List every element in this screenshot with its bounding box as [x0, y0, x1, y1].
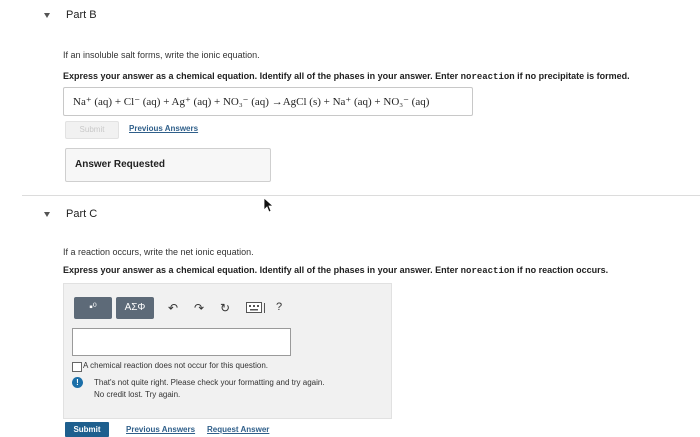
part-b-answer-field[interactable]: Na⁺ (aq) + Cl⁻ (aq) + Ag⁺ (aq) + NO₃⁻ (a… — [63, 87, 473, 116]
reset-icon[interactable]: ↻ — [220, 301, 230, 315]
section-divider — [22, 195, 700, 196]
answer-editor: ▪⁰ ΑΣΦ ↶ ↷ ↻ ? A chemical reaction does … — [63, 283, 392, 419]
templates-button[interactable]: ▪⁰ — [74, 297, 112, 319]
no-reaction-label: A chemical reaction does not occur for t… — [83, 361, 268, 370]
help-icon[interactable]: ? — [276, 301, 282, 313]
undo-icon[interactable]: ↶ — [168, 301, 178, 315]
part-b-equation: Na⁺ (aq) + Cl⁻ (aq) + Ag⁺ (aq) + NO₃⁻ (a… — [73, 96, 430, 108]
part-b-previous-answers-link[interactable]: Previous Answers — [129, 124, 198, 133]
answer-requested-box: Answer Requested — [65, 148, 271, 182]
symbols-button[interactable]: ΑΣΦ — [116, 297, 154, 319]
keyboard-shape — [246, 302, 265, 313]
part-b-keyword: noreaction — [460, 72, 515, 82]
mouse-cursor-icon — [263, 197, 275, 213]
part-b-express: Express your answer as a chemical equati… — [63, 71, 630, 82]
part-c-express: Express your answer as a chemical equati… — [63, 265, 608, 276]
part-c-submit-button[interactable]: Submit — [65, 422, 109, 437]
part-b-express-tail: if no precipitate is formed. — [514, 71, 630, 81]
part-b-express-text: Express your answer as a chemical equati… — [63, 71, 461, 81]
part-c-express-text: Express your answer as a chemical equati… — [63, 265, 461, 275]
part-b-submit-button[interactable]: Submit — [65, 121, 119, 139]
feedback-line-1: That's not quite right. Please check you… — [94, 378, 325, 387]
keyboard-icon[interactable] — [246, 302, 266, 317]
part-c-collapse-icon[interactable] — [44, 212, 50, 217]
part-b-collapse-icon[interactable] — [44, 13, 50, 18]
part-c-answer-input[interactable] — [72, 328, 291, 356]
part-c-previous-answers-link[interactable]: Previous Answers — [126, 425, 195, 434]
part-c-instruction: If a reaction occurs, write the net ioni… — [63, 247, 254, 257]
info-icon: ! — [72, 377, 83, 388]
part-b-instruction: If an insoluble salt forms, write the io… — [63, 50, 260, 60]
part-c-keyword: noreaction — [460, 266, 515, 276]
no-reaction-checkbox[interactable] — [72, 362, 82, 372]
request-answer-link[interactable]: Request Answer — [207, 425, 269, 434]
part-b-title[interactable]: Part B — [66, 9, 97, 21]
feedback-message: That's not quite right. Please check you… — [94, 377, 384, 401]
redo-icon[interactable]: ↷ — [194, 301, 204, 315]
answer-requested-label: Answer Requested — [75, 159, 166, 170]
feedback-line-2: No credit lost. Try again. — [94, 390, 181, 399]
part-c-express-tail: if no reaction occurs. — [514, 265, 609, 275]
part-c-title[interactable]: Part C — [66, 208, 97, 220]
